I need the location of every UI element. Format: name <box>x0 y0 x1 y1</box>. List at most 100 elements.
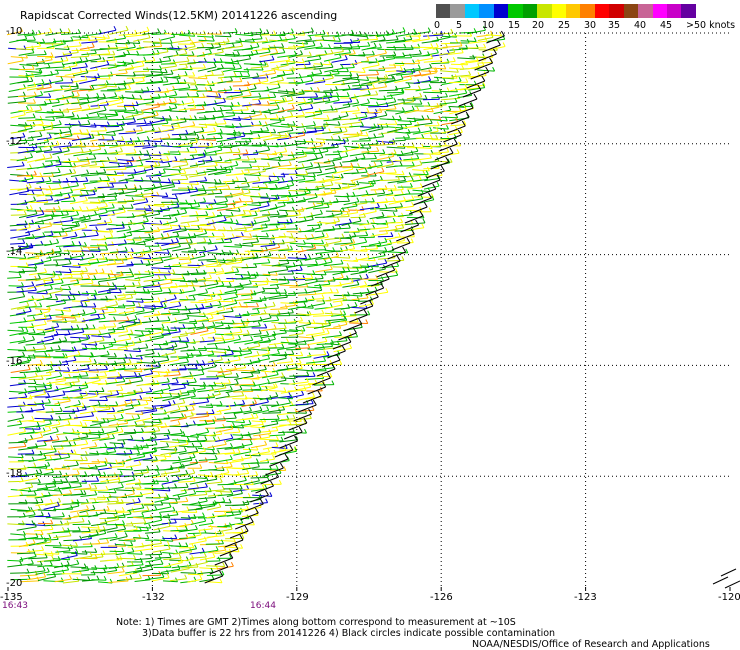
wind-barb-flag <box>234 299 238 304</box>
wind-barb <box>153 117 172 120</box>
wind-barb <box>7 256 26 259</box>
wind-barb-flag <box>97 400 101 405</box>
wind-barb-flag <box>124 246 128 252</box>
wind-barb <box>351 297 369 301</box>
wind-barb-flag <box>173 294 177 299</box>
wind-barb <box>125 91 144 94</box>
wind-barb-flag <box>185 342 189 348</box>
wind-barb-flag <box>328 60 332 65</box>
wind-barb-flag <box>129 268 133 273</box>
wind-barb <box>367 47 382 50</box>
wind-barb-flag <box>196 360 200 365</box>
wind-barb-flag <box>192 295 196 301</box>
wind-barb <box>340 212 358 216</box>
wind-barb-flag <box>68 414 72 419</box>
wind-barb-flag <box>411 105 415 111</box>
wind-barb-flag <box>112 282 116 287</box>
wind-barb <box>431 62 450 65</box>
wind-barb <box>134 275 154 280</box>
wind-barb <box>449 48 468 51</box>
wind-barb-flag <box>192 71 196 77</box>
wind-barb <box>252 77 269 79</box>
wind-barb-flag <box>203 115 207 120</box>
wind-barb-flag <box>121 94 125 100</box>
wind-barb-flag <box>310 103 314 109</box>
wind-barb <box>161 65 177 69</box>
wind-barb <box>125 279 141 282</box>
wind-barb-flag <box>166 248 170 254</box>
wind-barb-flag <box>58 360 62 365</box>
wind-barb-flag <box>62 352 66 358</box>
wind-barb <box>261 83 280 85</box>
wind-barb-flag <box>56 140 60 146</box>
wind-barb-flag <box>114 192 118 197</box>
wind-barb-flag <box>26 357 30 363</box>
wind-barb <box>89 172 106 175</box>
wind-barb-flag <box>133 148 137 154</box>
wind-barb <box>107 72 128 76</box>
wind-barb <box>90 405 108 409</box>
wind-barb <box>72 368 90 372</box>
wind-barb-flag <box>74 231 78 237</box>
wind-barb-flag <box>186 357 189 363</box>
wind-barb-flag <box>347 84 351 90</box>
wind-barb-flag <box>235 292 239 298</box>
wind-barb <box>314 125 329 128</box>
wind-barb-flag <box>167 133 171 139</box>
wind-barb <box>190 273 206 276</box>
wind-barb-flag <box>410 238 414 243</box>
wind-barb <box>161 125 180 127</box>
wind-barb-flag <box>59 407 63 412</box>
wind-barb-flag <box>69 162 73 167</box>
wind-barb-flag <box>91 85 95 90</box>
wind-barb <box>269 205 286 210</box>
wind-barb <box>152 256 172 260</box>
wind-barb-flag <box>60 39 64 45</box>
wind-barb-flag <box>105 80 109 85</box>
wind-barb-flag <box>160 302 164 307</box>
wind-barb <box>143 314 161 318</box>
wind-barb-flag <box>148 246 152 251</box>
wind-barb <box>172 334 188 338</box>
wind-barb <box>351 140 371 142</box>
wind-barb <box>368 105 389 108</box>
wind-barb-flag <box>248 210 252 216</box>
wind-barb <box>351 306 368 309</box>
wind-barb-flag <box>78 241 82 246</box>
wind-barb-flag <box>48 256 52 261</box>
wind-barb-flag <box>113 338 117 343</box>
wind-barb-flag <box>48 93 52 98</box>
wind-barb-flag <box>84 223 88 228</box>
wind-barb <box>304 113 323 118</box>
wind-barb-flag <box>435 42 439 48</box>
wind-barb <box>52 110 69 113</box>
wind-barb <box>55 412 75 415</box>
wind-barb <box>179 63 196 66</box>
wind-barb <box>28 141 49 146</box>
wind-barb-flag <box>58 183 62 189</box>
wind-barb <box>198 258 217 261</box>
wind-barb <box>80 395 98 400</box>
wind-barb-flag <box>271 55 275 61</box>
wind-barb-flag <box>353 181 357 187</box>
wind-barb-flag <box>348 218 352 224</box>
wind-barb <box>269 125 290 128</box>
wind-barb-flag <box>329 257 333 263</box>
wind-barb <box>64 381 80 384</box>
wind-barb <box>108 151 123 154</box>
wind-barb-flag <box>310 27 314 32</box>
wind-barb <box>15 48 34 51</box>
wind-barb <box>116 152 137 155</box>
wind-barb-flag <box>266 330 270 336</box>
wind-barb-flag <box>356 73 360 78</box>
wind-barb-flag <box>264 371 268 377</box>
wind-barb-flag <box>231 233 235 238</box>
wind-barb-flag <box>187 83 191 89</box>
wind-barb <box>16 289 37 293</box>
wind-barb <box>232 85 250 87</box>
wind-barb-flag <box>142 224 145 230</box>
wind-barb-flag <box>25 262 29 267</box>
wind-barb <box>359 182 376 185</box>
wind-barb-flag <box>468 70 472 76</box>
wind-barb-flag <box>257 321 261 327</box>
